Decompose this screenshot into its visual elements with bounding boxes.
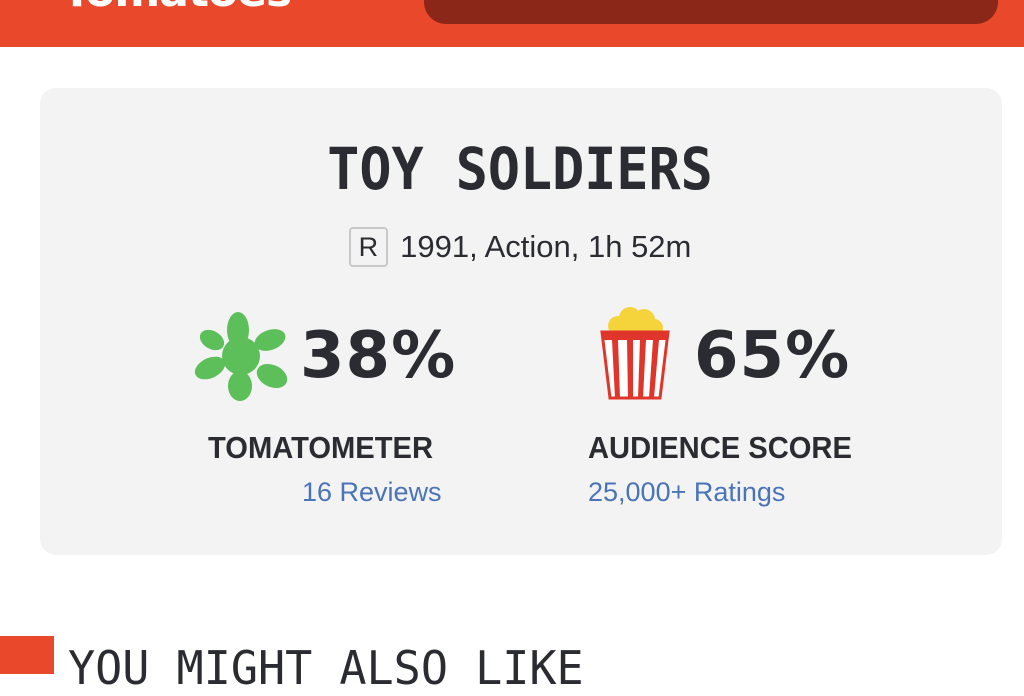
section-title: YOU MIGHT ALSO LIKE <box>68 641 584 695</box>
tomatometer-reviews-link[interactable]: 16 Reviews <box>302 476 442 508</box>
tomatometer-block[interactable]: 38% TOMATOMETER 16 Reviews <box>190 310 490 507</box>
tomatometer-score: 38% <box>300 319 457 393</box>
audience-score: 65% <box>694 319 851 393</box>
search-input[interactable] <box>424 0 998 24</box>
audience-score-label: AUDIENCE SCORE <box>588 430 852 465</box>
movie-info: 1991, Action, 1h 52m <box>400 229 692 264</box>
mpaa-rating-badge: R <box>348 227 389 267</box>
audience-score-block[interactable]: 65% AUDIENCE SCORE 25,000+ Ratings <box>588 307 910 507</box>
popcorn-bucket-icon <box>600 307 670 400</box>
top-header: Tomatoes <box>0 0 1024 47</box>
movie-meta: R 1991, Action, 1h 52m <box>0 226 1024 268</box>
site-logo[interactable]: Tomatoes <box>62 0 292 14</box>
section-accent-bar <box>0 636 54 674</box>
tomatometer-label: TOMATOMETER <box>208 430 434 465</box>
audience-ratings-link[interactable]: 25,000+ Ratings <box>588 476 785 508</box>
green-splat-icon <box>194 312 288 401</box>
movie-title: TOY SOLDIERS <box>327 135 713 203</box>
